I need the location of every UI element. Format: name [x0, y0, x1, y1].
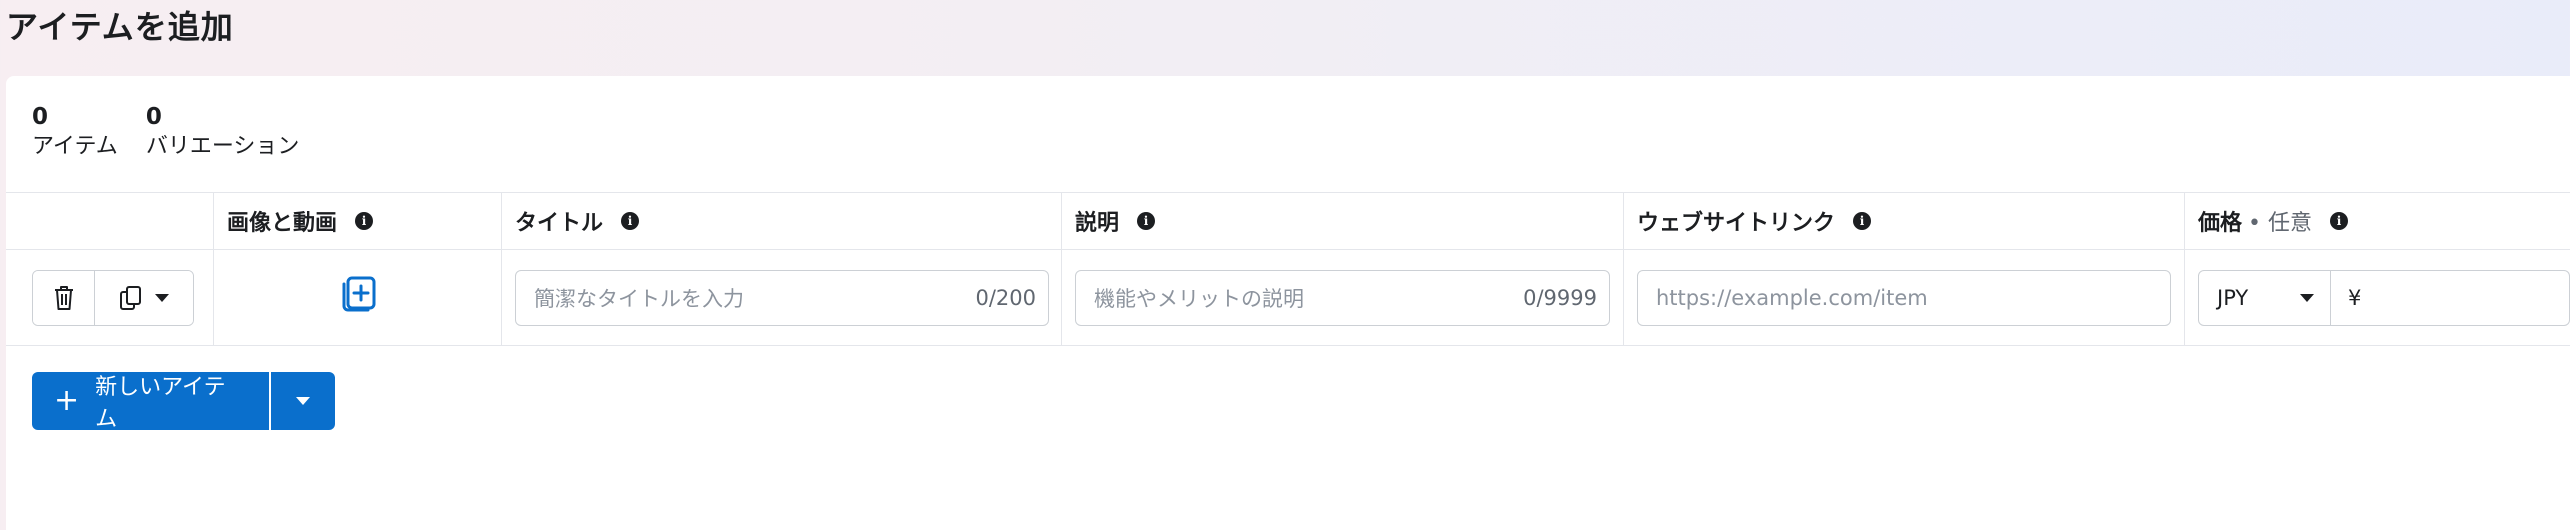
- chevron-down-icon: [155, 294, 169, 302]
- currency-value: JPY: [2217, 286, 2249, 310]
- website-url-input[interactable]: https://example.com/item: [1637, 270, 2171, 326]
- duplicate-item-button[interactable]: [95, 271, 193, 325]
- add-media-icon: [342, 276, 376, 312]
- add-media-button[interactable]: [338, 272, 380, 318]
- items-count-value: 0: [32, 104, 49, 130]
- variations-count: 0 バリエーション: [146, 102, 300, 162]
- duplicate-icon: [120, 286, 141, 310]
- description-input[interactable]: 機能やメリットの説明 0/9999: [1075, 270, 1610, 326]
- new-item-options-button[interactable]: [271, 372, 335, 430]
- item-counts: 0 アイテム 0 バリエーション: [32, 102, 299, 162]
- header-price-label: 価格: [2198, 211, 2243, 236]
- row-website-cell: https://example.com/item: [1624, 250, 2185, 345]
- row-title-cell: 簡潔なタイトルを入力 0/200: [502, 250, 1062, 345]
- currency-symbol: ¥: [2348, 286, 2362, 310]
- header-website-label: ウェブサイトリンク: [1637, 211, 1836, 236]
- header-description-label: 説明: [1075, 211, 1120, 236]
- trash-icon: [54, 286, 73, 310]
- row-media-cell: [214, 250, 502, 345]
- variations-count-value: 0: [145, 104, 162, 130]
- description-char-counter: 0/9999: [1523, 286, 1597, 310]
- row-description-cell: 機能やメリットの説明 0/9999: [1062, 250, 1624, 345]
- title-input[interactable]: 簡潔なタイトルを入力 0/200: [515, 270, 1049, 326]
- info-icon[interactable]: i: [1853, 212, 1872, 230]
- table-row: 簡潔なタイトルを入力 0/200 機能やメリットの説明 0/9999 https…: [6, 250, 2570, 346]
- title-input-placeholder: 簡潔なタイトルを入力: [534, 287, 744, 311]
- description-input-placeholder: 機能やメリットの説明: [1094, 287, 1304, 311]
- chevron-down-icon: [296, 397, 310, 405]
- new-item-label: 新しいアイテム: [95, 375, 226, 432]
- info-icon[interactable]: i: [621, 212, 640, 230]
- page-title: アイテムを追加: [6, 8, 234, 46]
- header-title: タイトル i: [502, 193, 1062, 249]
- delete-item-button[interactable]: [33, 271, 95, 325]
- currency-select[interactable]: JPY: [2198, 270, 2331, 326]
- info-icon[interactable]: i: [2330, 212, 2348, 230]
- header-description: 説明 i: [1062, 193, 1624, 249]
- header-price-optional: • 任意: [2248, 211, 2312, 236]
- title-char-counter: 0/200: [975, 286, 1036, 310]
- price-input[interactable]: ¥: [2330, 270, 2570, 326]
- website-url-placeholder: https://example.com/item: [1656, 286, 1928, 310]
- items-table: 画像と動画 i タイトル i 説明 i ウェブサイトリンク i 価格 • 任意 …: [6, 192, 2570, 346]
- items-count: 0 アイテム: [32, 102, 118, 162]
- plus-icon: +: [54, 383, 80, 418]
- table-header: 画像と動画 i タイトル i 説明 i ウェブサイトリンク i 価格 • 任意 …: [6, 192, 2570, 250]
- items-count-label: アイテム: [32, 134, 118, 159]
- header-price: 価格 • 任意 i: [2185, 193, 2570, 249]
- header-website: ウェブサイトリンク i: [1624, 193, 2185, 249]
- header-media: 画像と動画 i: [214, 193, 502, 249]
- chevron-down-icon: [2300, 294, 2314, 302]
- info-icon[interactable]: i: [1137, 212, 1156, 230]
- variations-count-label: バリエーション: [145, 134, 300, 159]
- new-item-button[interactable]: + 新しいアイテム: [32, 372, 269, 432]
- new-item-button-group: + 新しいアイテム: [32, 372, 335, 432]
- info-icon[interactable]: i: [355, 212, 374, 230]
- row-action-buttons: [32, 270, 194, 326]
- row-price-cell: JPY ¥: [2185, 250, 2570, 345]
- row-actions-cell: [6, 250, 214, 345]
- header-actions: [6, 193, 214, 249]
- header-title-label: タイトル: [515, 211, 604, 236]
- header-media-label: 画像と動画: [227, 211, 338, 236]
- items-card: 0 アイテム 0 バリエーション 画像と動画 i タイトル i 説明 i ウェブ…: [6, 76, 2570, 530]
